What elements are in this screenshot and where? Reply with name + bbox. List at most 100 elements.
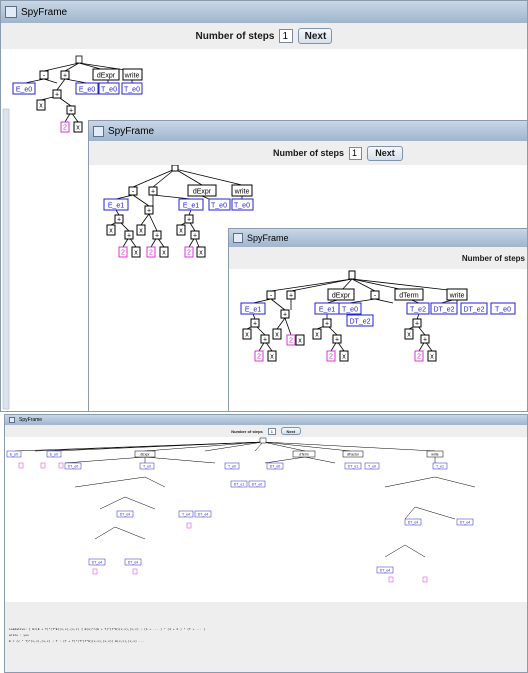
svg-text:DT_e0: DT_e0 (270, 465, 281, 469)
svg-text:+: + (127, 233, 131, 240)
svg-text:2: 2 (149, 250, 153, 257)
title-bar[interactable]: SpyFrame (229, 229, 527, 247)
svg-text:DT_e4: DT_e4 (380, 569, 391, 573)
tree-leaf-ident: E_e0 (16, 87, 32, 94)
tree-node-write: write (449, 293, 465, 300)
svg-text:x: x (298, 338, 302, 345)
steps-toolbar: Number of steps Next (149, 143, 527, 163)
steps-toolbar: Number of steps Next (1, 25, 527, 47)
spyframe-window-bottom: SpyFrame Number of steps Next E_e0 (4, 414, 528, 673)
svg-text:2: 2 (329, 354, 333, 361)
svg-text:T_e0: T_e0 (495, 307, 511, 314)
tree-leaf-ident: E_e1 (108, 203, 124, 210)
tree-leaf-number: 2 (63, 125, 67, 132)
window-icon (9, 417, 15, 423)
next-button[interactable]: Next (280, 427, 301, 435)
tree-node-plus: + (55, 92, 59, 99)
tree-node-write: write (124, 73, 140, 80)
svg-text:DT_e0: DT_e0 (68, 465, 79, 469)
window-icon (233, 233, 243, 243)
svg-text:x: x (275, 332, 279, 339)
svg-text:+: + (155, 233, 159, 240)
svg-text:+: + (335, 337, 339, 344)
svg-text:+: + (147, 208, 151, 215)
svg-text:2: 2 (187, 250, 191, 257)
svg-text:x: x (407, 332, 411, 339)
svg-text:x: x (430, 354, 434, 361)
svg-text:x: x (315, 332, 319, 339)
svg-text:2: 2 (289, 338, 293, 345)
svg-text:2: 2 (257, 354, 261, 361)
next-button[interactable]: Next (367, 145, 403, 161)
next-button[interactable]: Next (298, 28, 333, 44)
status-output: Loadative: [ E=(E + T)*(T*E)(x,x),(x,x) … (9, 627, 525, 645)
status-line: E = (x * T)*(x,x),(x,x) ; T : (T + T)*(T… (9, 640, 145, 643)
svg-text:+: + (423, 337, 427, 344)
tree-leaf-ident: T_e0 (211, 203, 227, 210)
svg-text:T_e0: T_e0 (143, 465, 151, 469)
window-title: SpyFrame (21, 6, 68, 18)
title-bar[interactable]: SpyFrame (5, 415, 527, 425)
svg-text:dExpr: dExpr (140, 453, 150, 457)
svg-text:+: + (69, 108, 73, 115)
svg-text:+: + (415, 321, 419, 328)
svg-text:x: x (162, 250, 166, 257)
tree-leaf-x: x (39, 103, 43, 110)
svg-text:E_e0: E_e0 (10, 453, 18, 457)
window-title: SpyFrame (108, 125, 155, 137)
svg-text:x: x (179, 228, 183, 235)
svg-text:T_e0: T_e0 (342, 307, 358, 314)
tree-node-dexpr: dExpr (332, 293, 351, 300)
svg-text:x: x (134, 250, 138, 257)
parse-tree-bottom: E_e0 E_e0 dExpr dTerm dFactor write DT_e… (6, 437, 476, 583)
steps-input[interactable] (349, 146, 362, 160)
title-bar[interactable]: SpyFrame (89, 121, 527, 141)
tree-node-dterm: dTerm (399, 293, 419, 300)
svg-text:+: + (187, 217, 191, 224)
steps-input[interactable] (279, 29, 294, 43)
svg-text:DT_e2: DT_e2 (463, 307, 484, 314)
svg-text:T_e4: T_e4 (182, 513, 190, 517)
window-icon (5, 6, 17, 18)
tree-leaf-x: x (76, 125, 80, 132)
svg-text:+: + (253, 321, 257, 328)
window-title: SpyFrame (247, 233, 289, 243)
tree-node-plus: + (63, 73, 67, 80)
svg-text:+: + (289, 293, 293, 300)
svg-text:+: + (193, 233, 197, 240)
svg-text:+: + (117, 217, 121, 224)
svg-text:dTerm: dTerm (299, 453, 309, 457)
steps-toolbar: Number of steps (462, 249, 525, 267)
window-icon (93, 125, 104, 137)
vertical-scrollbar[interactable] (2, 108, 10, 410)
svg-text:E_e1: E_e1 (319, 307, 335, 314)
steps-input[interactable] (267, 427, 276, 435)
svg-text:x: x (245, 332, 249, 339)
tree-leaf-ident: T_e0 (124, 87, 140, 94)
svg-text:DT_e0: DT_e0 (252, 483, 263, 487)
svg-text:DT_e2: DT_e2 (433, 307, 454, 314)
svg-text:x: x (109, 228, 113, 235)
svg-text:T_e0: T_e0 (368, 465, 376, 469)
title-bar[interactable]: SpyFrame (1, 1, 527, 23)
svg-text:T_e1: T_e1 (436, 465, 444, 469)
tree-leaf-ident: E_e1 (183, 203, 199, 210)
svg-text:+: + (283, 312, 287, 319)
svg-text:DT_e4: DT_e4 (120, 513, 131, 517)
steps-label: Number of steps (272, 148, 344, 158)
spyframe-window-inner: SpyFrame Number of steps - + dExpr - dTe… (228, 228, 528, 412)
steps-toolbar: Number of steps Next (5, 426, 527, 436)
svg-text:x: x (139, 228, 143, 235)
svg-text:T_e0: T_e0 (228, 465, 236, 469)
svg-text:x: x (199, 250, 203, 257)
svg-text:2: 2 (121, 250, 125, 257)
svg-text:E_e0: E_e0 (50, 453, 58, 457)
svg-text:x: x (342, 354, 346, 361)
window-title: SpyFrame (19, 417, 43, 423)
tree-node-dexpr: dExpr (193, 189, 212, 196)
steps-label: Number of steps (461, 253, 525, 263)
tree-node-write: write (234, 189, 250, 196)
svg-text:DT_e4: DT_e4 (198, 513, 209, 517)
tree-leaf-ident: E_e0 (79, 87, 95, 94)
svg-text:DT_e4: DT_e4 (92, 561, 103, 565)
